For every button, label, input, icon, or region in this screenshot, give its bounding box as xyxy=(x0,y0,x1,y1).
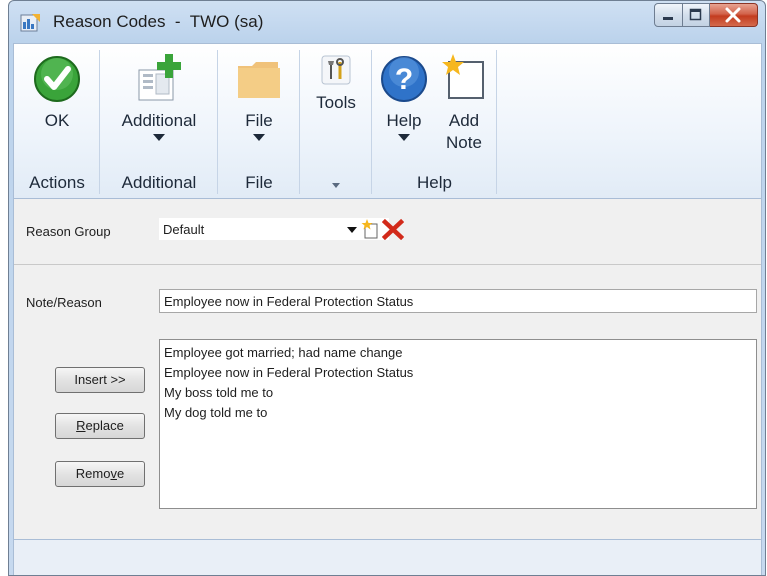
check-icon xyxy=(34,56,80,102)
ribbon-group-additional: Additional Additional xyxy=(100,44,218,198)
chevron-down-icon xyxy=(153,134,165,141)
chevron-down-icon xyxy=(253,134,265,141)
divider xyxy=(14,264,761,265)
status-bar xyxy=(13,539,762,575)
chevron-down-icon[interactable] xyxy=(347,227,357,233)
note-reason-input[interactable]: Employee now in Federal Protection Statu… xyxy=(159,289,757,313)
help-label: Help xyxy=(386,111,422,130)
replace-button[interactable]: Replace xyxy=(55,413,145,439)
ok-button[interactable]: OK xyxy=(14,50,100,132)
replace-label: eplace xyxy=(85,418,124,433)
reason-group-label: Reason Group xyxy=(26,224,111,239)
close-icon xyxy=(725,7,741,23)
new-document-icon[interactable] xyxy=(361,218,381,240)
additional-icon xyxy=(138,54,181,101)
delete-icon[interactable] xyxy=(382,218,404,240)
ribbon-group-help: ? Help Add Note Help xyxy=(372,44,497,198)
remove-button[interactable]: Remove xyxy=(55,461,145,487)
list-item[interactable]: My boss told me to xyxy=(164,383,752,403)
ribbon-group-tools: Tools xyxy=(300,44,372,198)
additional-button[interactable]: Additional xyxy=(100,50,218,141)
chevron-down-icon xyxy=(398,134,410,141)
chevron-down-icon xyxy=(332,183,340,188)
folder-icon xyxy=(238,62,280,98)
tools-icon xyxy=(321,55,351,85)
minimize-button[interactable] xyxy=(654,3,683,27)
additional-label: Additional xyxy=(121,111,197,130)
tools-button[interactable]: Tools xyxy=(300,52,372,114)
file-label: File xyxy=(245,111,273,130)
add-note-label-line1: Add xyxy=(448,111,480,130)
app-icon xyxy=(20,14,40,32)
insert-button[interactable]: Insert >> xyxy=(55,367,145,393)
close-button[interactable] xyxy=(710,3,758,27)
group-label-file: File xyxy=(245,173,273,192)
separator xyxy=(496,50,497,194)
caption-buttons xyxy=(654,3,758,28)
add-note-icon xyxy=(442,54,484,99)
note-reason-label: Note/Reason xyxy=(26,295,102,310)
remove-label-end: e xyxy=(116,466,125,481)
ribbon-group-file: File File xyxy=(218,44,300,198)
group-label-help: Help xyxy=(417,173,452,192)
maximize-button[interactable] xyxy=(683,3,710,27)
ribbon: OK Actions Additional Additional File Fi… xyxy=(13,43,762,199)
add-note-button[interactable]: Add Note xyxy=(434,50,494,154)
title-bar: Reason Codes - TWO (sa) xyxy=(9,1,765,43)
help-icon: ? xyxy=(381,56,427,102)
group-label-actions: Actions xyxy=(29,173,85,192)
file-button[interactable]: File xyxy=(218,50,300,141)
tools-dropdown[interactable] xyxy=(300,183,372,188)
help-button[interactable]: ? Help xyxy=(376,50,432,141)
add-note-label-line2: Note xyxy=(446,133,482,152)
reasons-list[interactable]: Employee got married; had name change Em… xyxy=(159,339,757,509)
form-area: Reason Group Default Note/Reason Employe… xyxy=(13,199,762,539)
reason-group-value: Default xyxy=(163,222,205,237)
group-label-additional: Additional xyxy=(121,173,197,192)
svg-text:?: ? xyxy=(395,63,413,96)
list-item[interactable]: Employee got married; had name change xyxy=(164,343,752,363)
replace-label-mnemonic: R xyxy=(76,418,86,433)
list-item[interactable]: Employee now in Federal Protection Statu… xyxy=(164,363,752,383)
minimize-icon xyxy=(663,17,673,20)
list-item[interactable]: My dog told me to xyxy=(164,403,752,423)
remove-label-start: Remo xyxy=(75,466,111,481)
ribbon-group-actions: OK Actions xyxy=(14,44,100,198)
reason-codes-window: Reason Codes - TWO (sa) OK Actions Addit… xyxy=(8,0,766,576)
note-reason-value: Employee now in Federal Protection Statu… xyxy=(164,294,414,309)
window-title: Reason Codes - TWO (sa) xyxy=(53,12,264,31)
ok-label: OK xyxy=(44,111,70,130)
tools-label: Tools xyxy=(316,93,356,112)
maximize-icon xyxy=(689,8,702,21)
insert-label: Insert >> xyxy=(74,372,126,387)
